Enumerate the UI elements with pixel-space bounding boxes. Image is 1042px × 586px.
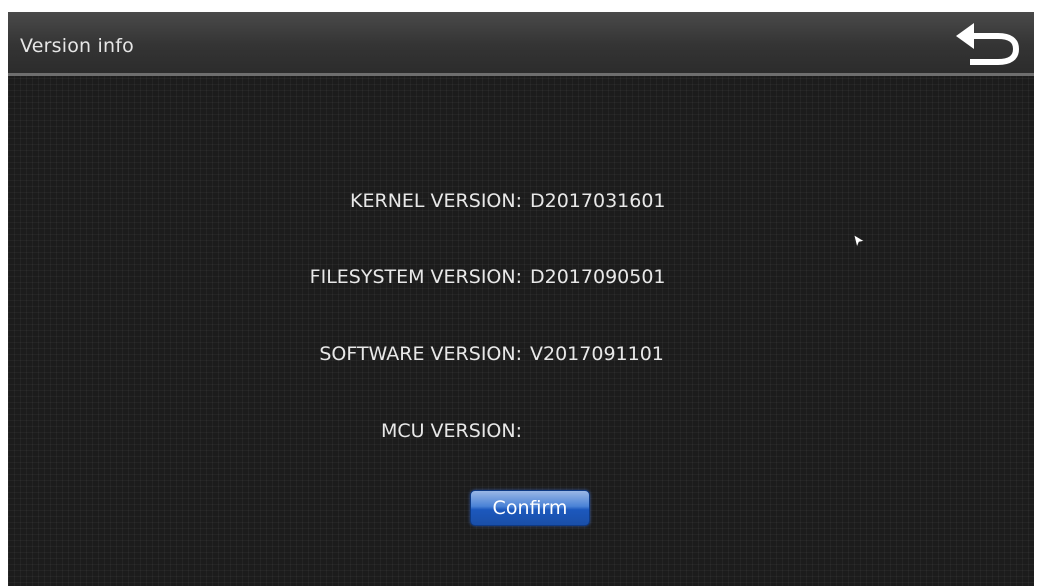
mouse-cursor-icon	[853, 234, 865, 248]
software-version-value: V2017091101	[530, 343, 664, 365]
title-bar: Version info	[8, 12, 1034, 76]
back-arrow-icon	[956, 23, 1019, 65]
version-info-screen: Version info KERNEL VERSION: D2017031601…	[8, 12, 1034, 586]
page-title: Version info	[20, 35, 134, 57]
mcu-version-label: MCU VERSION:	[380, 420, 522, 442]
filesystem-version-label: FILESYSTEM VERSION:	[309, 266, 522, 288]
software-version-row: SOFTWARE VERSION: V2017091101	[8, 339, 1034, 369]
kernel-version-label: KERNEL VERSION:	[350, 190, 522, 212]
confirm-button[interactable]: Confirm	[470, 490, 590, 526]
software-version-label: SOFTWARE VERSION:	[319, 343, 522, 365]
mcu-version-row: MCU VERSION:	[8, 416, 1034, 446]
back-button[interactable]	[950, 18, 1026, 70]
filesystem-version-value: D2017090501	[530, 266, 666, 288]
filesystem-version-row: FILESYSTEM VERSION: D2017090501	[8, 262, 1034, 292]
kernel-version-row: KERNEL VERSION: D2017031601	[8, 186, 1034, 216]
kernel-version-value: D2017031601	[530, 190, 666, 212]
